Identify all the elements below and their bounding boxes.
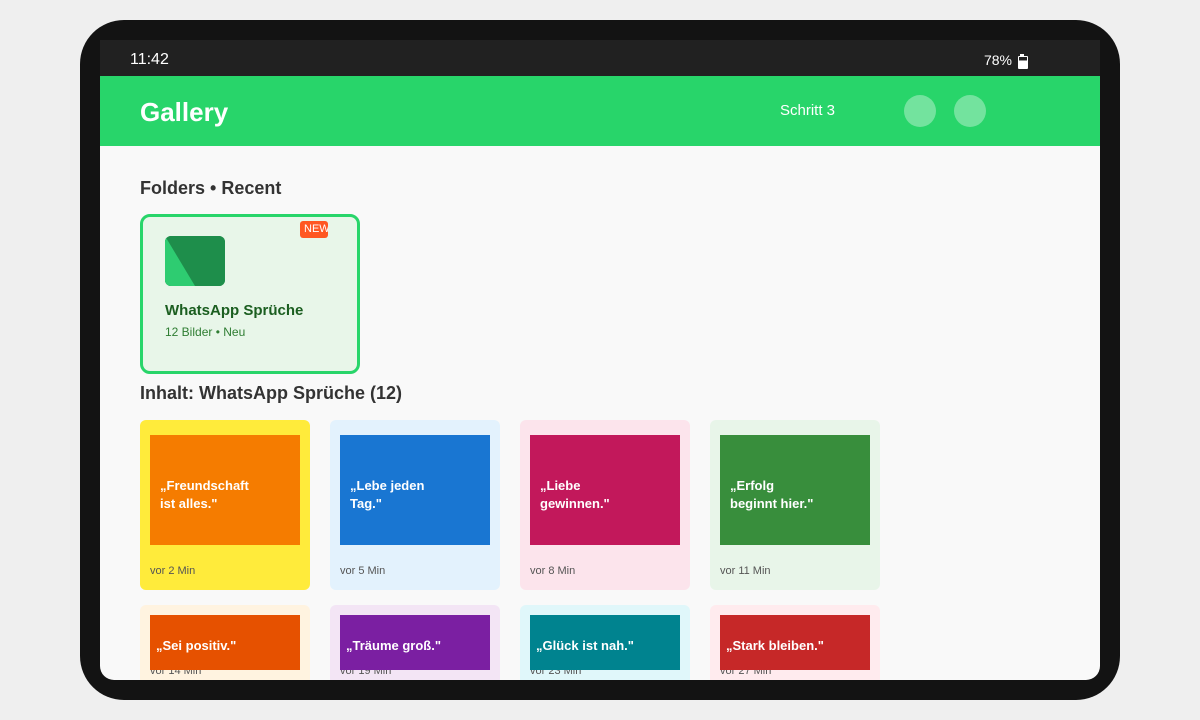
image-tile[interactable]: „Liebe gewinnen." vor 8 Min — [520, 420, 690, 590]
quote-line-2: gewinnen." — [540, 496, 610, 511]
quote-line-1: „Lebe jeden — [350, 478, 425, 493]
quote-image: „Freundschaft ist alles." — [150, 435, 300, 545]
image-tile[interactable]: vor 23 Min „Glück ist nah." — [520, 605, 690, 680]
quote-line-2: Tag." — [350, 496, 382, 511]
new-badge: NEW — [300, 221, 328, 238]
app-title: Gallery — [140, 97, 229, 127]
image-tile[interactable]: „Erfolg beginnt hier." vor 11 Min — [710, 420, 880, 590]
quote-line-1: „Glück ist nah." — [536, 638, 634, 653]
content-section-title: Inhalt: WhatsApp Sprüche (12) — [140, 383, 403, 403]
tile-timestamp: vor 2 Min — [150, 565, 196, 577]
folder-card-whatsapp[interactable]: NEW WhatsApp Sprüche 12 Bilder • Neu — [140, 214, 360, 374]
image-tile[interactable]: vor 14 Min „Sei positiv." — [140, 605, 310, 680]
battery-percentage: 78% — [983, 52, 1012, 68]
quote-image: „Liebe gewinnen." — [530, 435, 680, 545]
battery-icon — [1018, 53, 1028, 69]
image-tile[interactable]: „Lebe jeden Tag." vor 5 Min — [330, 420, 500, 590]
screen: 11:42 78% Gallery Schritt 3 Folders • Re… — [100, 40, 1100, 680]
quote-line-1: „Sei positiv." — [156, 638, 237, 653]
image-tile[interactable]: „Freundschaft ist alles." vor 2 Min — [140, 420, 310, 590]
quote-image: „Erfolg beginnt hier." — [720, 435, 870, 545]
status-time: 11:42 — [130, 51, 169, 68]
quote-line-2: beginnt hier." — [730, 496, 814, 511]
folder-meta: 12 Bilder • Neu — [165, 325, 246, 339]
tile-timestamp: vor 8 Min — [530, 565, 576, 577]
app-bar: Gallery Schritt 3 — [100, 76, 1100, 146]
status-bar: 11:42 78% — [100, 40, 1100, 76]
step-label: Schritt 3 — [780, 102, 836, 119]
tile-timestamp: vor 5 Min — [340, 565, 386, 577]
status-indicators: 78% — [983, 52, 1028, 69]
folder-name: WhatsApp Sprüche — [165, 302, 304, 319]
image-tile[interactable]: vor 19 Min „Träume groß." — [330, 605, 500, 680]
quote-image: „Stark bleiben." — [720, 615, 870, 670]
folders-section-title: Folders • Recent — [140, 178, 282, 198]
quote-image: „Träume groß." — [340, 615, 490, 670]
tablet-frame: 11:42 78% Gallery Schritt 3 Folders • Re… — [80, 20, 1120, 700]
quote-line-1: „Freundschaft — [160, 478, 249, 493]
quote-image: „Lebe jeden Tag." — [340, 435, 490, 545]
quote-line-1: „Träume groß." — [346, 638, 442, 653]
quote-line-2: ist alles." — [160, 496, 218, 511]
folder-thumbnail — [165, 236, 225, 286]
quote-image: „Glück ist nah." — [530, 615, 680, 670]
quote-line-1: „Liebe — [540, 478, 581, 493]
action-button-2[interactable] — [954, 95, 986, 127]
action-button-1[interactable] — [904, 95, 936, 127]
quote-line-1: „Stark bleiben." — [726, 638, 824, 653]
quote-line-1: „Erfolg — [730, 478, 775, 493]
quote-image: „Sei positiv." — [150, 615, 300, 670]
tile-timestamp: vor 11 Min — [720, 565, 771, 577]
image-tile[interactable]: vor 27 Min „Stark bleiben." — [710, 605, 880, 680]
